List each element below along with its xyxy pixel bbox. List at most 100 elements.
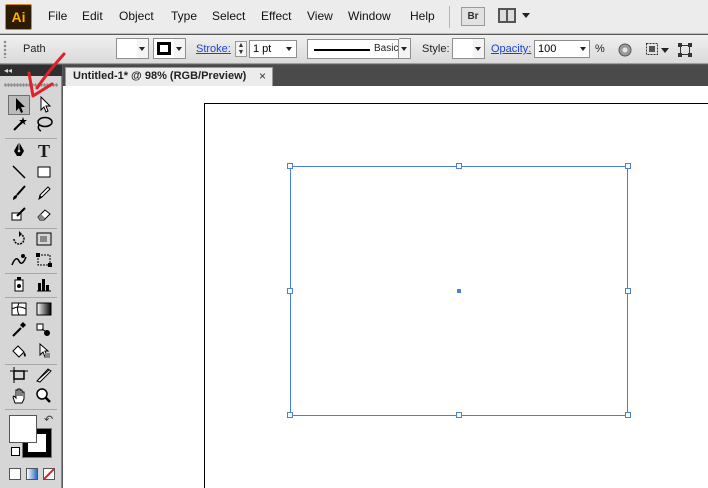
slice-tool[interactable] xyxy=(33,366,55,386)
hand-icon xyxy=(12,388,25,404)
rotate-tool[interactable] xyxy=(8,230,30,250)
gradient-tool[interactable] xyxy=(33,300,55,320)
blob-brush-tool[interactable] xyxy=(8,205,30,225)
default-fill-stroke-icon[interactable] xyxy=(11,447,20,456)
symbol-sprayer-tool[interactable] xyxy=(8,275,30,295)
swap-fill-stroke-icon[interactable]: ↶ xyxy=(44,413,53,426)
direct-selection-arrow-icon xyxy=(40,95,52,113)
warp-tool[interactable] xyxy=(8,251,30,271)
bounding-box-handle[interactable] xyxy=(287,163,293,169)
bridge-button[interactable]: Br xyxy=(461,7,485,26)
blend-tool[interactable] xyxy=(33,321,55,341)
menu-type[interactable]: Type xyxy=(171,9,197,23)
transform-icon[interactable] xyxy=(677,42,693,58)
graphic-style-swatch[interactable] xyxy=(452,38,474,59)
selection-tool[interactable] xyxy=(8,95,30,115)
tools-grip[interactable] xyxy=(4,83,58,87)
arrange-documents-button[interactable] xyxy=(498,7,532,26)
pen-tool[interactable] xyxy=(8,141,30,161)
menu-divider xyxy=(449,6,450,28)
none-slash-icon xyxy=(44,469,54,479)
eyedropper-tool[interactable] xyxy=(8,321,30,341)
opacity-dropdown[interactable] xyxy=(578,40,590,58)
column-graph-icon xyxy=(37,279,51,292)
stroke-swatch[interactable] xyxy=(153,38,175,59)
magic-wand-tool[interactable] xyxy=(8,115,30,135)
blob-brush-icon xyxy=(11,207,26,221)
lasso-icon xyxy=(37,116,53,132)
control-bar-grip[interactable] xyxy=(3,40,7,58)
paintbrush-tool[interactable] xyxy=(8,184,30,204)
type-tool[interactable]: T xyxy=(33,141,55,161)
hand-tool[interactable] xyxy=(8,387,30,407)
free-transform-tool[interactable] xyxy=(33,251,55,271)
menu-edit[interactable]: Edit xyxy=(82,9,103,23)
gradient-mode-icon[interactable] xyxy=(26,468,38,480)
tools-panel: T ↶ xyxy=(0,76,62,488)
tool-divider xyxy=(5,297,57,298)
brush-dropdown[interactable] xyxy=(399,38,411,59)
free-transform-icon xyxy=(36,253,52,267)
pencil-tool[interactable] xyxy=(33,184,55,204)
bounding-box-handle[interactable] xyxy=(625,288,631,294)
stroke-weight-dropdown[interactable] xyxy=(284,40,296,58)
close-icon[interactable]: × xyxy=(259,69,266,83)
none-mode-icon[interactable] xyxy=(43,468,55,480)
menu-select[interactable]: Select xyxy=(212,9,245,23)
selection-type-label: Path xyxy=(23,43,46,55)
menu-object[interactable]: Object xyxy=(119,9,154,23)
stroke-link[interactable]: Stroke: xyxy=(196,43,231,55)
artboard-tool[interactable] xyxy=(8,366,30,386)
menu-window[interactable]: Window xyxy=(348,9,391,23)
menu-help[interactable]: Help xyxy=(410,9,435,23)
zoom-tool[interactable] xyxy=(33,387,55,407)
live-paint-bucket-tool[interactable] xyxy=(8,342,30,362)
menu-view[interactable]: View xyxy=(307,9,333,23)
document-tab-bar: Untitled-1* @ 98% (RGB/Preview) × xyxy=(63,65,708,86)
paintbrush-icon xyxy=(13,185,26,200)
collapse-panel-icon[interactable]: ◂◂ xyxy=(4,65,12,76)
brush-name: Basic xyxy=(374,43,399,54)
lasso-tool[interactable] xyxy=(33,115,55,135)
warp-icon xyxy=(11,254,27,266)
fill-dropdown[interactable] xyxy=(137,38,149,59)
bounding-box-handle[interactable] xyxy=(456,163,462,169)
stroke-weight-stepper[interactable]: ▲ ▼ xyxy=(235,41,247,57)
menu-file[interactable]: File xyxy=(48,9,67,23)
bounding-box-handle[interactable] xyxy=(287,288,293,294)
stroke-swatch-dropdown[interactable] xyxy=(174,38,186,59)
rectangle-icon xyxy=(37,166,51,178)
eraser-tool[interactable] xyxy=(33,205,55,225)
menu-effect[interactable]: Effect xyxy=(261,9,291,23)
document-tab-title: Untitled-1* @ 98% (RGB/Preview) xyxy=(73,70,247,82)
tool-divider xyxy=(5,273,57,274)
direct-selection-tool[interactable] xyxy=(33,95,55,115)
opacity-link[interactable]: Opacity: xyxy=(491,43,531,55)
bounding-box-handle[interactable] xyxy=(625,163,631,169)
bounding-box-handle[interactable] xyxy=(625,412,631,418)
tool-divider xyxy=(5,364,57,365)
pencil-icon xyxy=(38,186,51,201)
recolor-artwork-icon[interactable] xyxy=(617,42,633,58)
mesh-tool[interactable] xyxy=(8,300,30,320)
chevron-down-icon[interactable] xyxy=(661,48,669,54)
bounding-box-handle[interactable] xyxy=(456,412,462,418)
line-segment-icon xyxy=(12,165,26,179)
graphic-style-dropdown[interactable] xyxy=(473,38,485,59)
gradient-icon xyxy=(36,302,52,316)
align-to-selection-icon[interactable] xyxy=(645,42,661,58)
bounding-box-handle[interactable] xyxy=(287,412,293,418)
color-mode-icon[interactable] xyxy=(9,468,21,480)
line-segment-tool[interactable] xyxy=(8,163,30,183)
rectangle-tool[interactable] xyxy=(33,163,55,183)
tools-panel-header[interactable]: ◂◂ xyxy=(0,65,62,76)
scale-tool[interactable] xyxy=(33,230,55,250)
brush-definition-select[interactable]: Basic xyxy=(307,39,399,59)
column-graph-tool[interactable] xyxy=(33,275,55,295)
fill-color-swatch[interactable] xyxy=(9,415,37,443)
opacity-unit: % xyxy=(595,43,605,55)
live-paint-selection-tool[interactable] xyxy=(33,342,55,362)
document-tab[interactable]: Untitled-1* @ 98% (RGB/Preview) × xyxy=(65,67,273,86)
fill-swatch[interactable] xyxy=(116,38,138,59)
slice-knife-icon xyxy=(36,368,52,383)
